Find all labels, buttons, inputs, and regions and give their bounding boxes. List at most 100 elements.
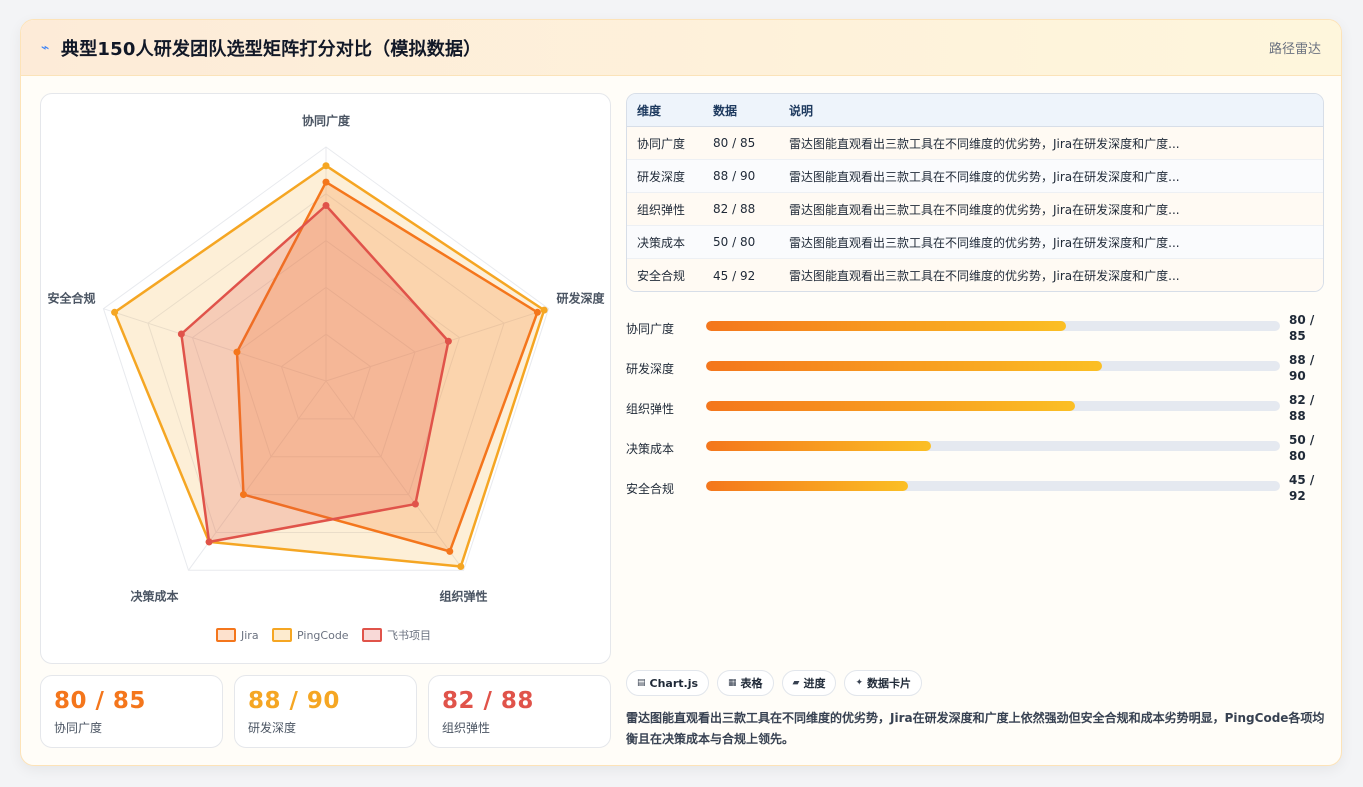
- progress-list: 协同广度 80 / 85 研发深度 88 / 90 组织弹性 82 / 88 决…: [626, 308, 1324, 508]
- progress-track: [706, 481, 1280, 491]
- table-row: 决策成本 50 / 80 雷达图能直观看出三款工具在不同维度的优劣势，Jira在…: [627, 226, 1323, 259]
- table-cell-dim: 决策成本: [637, 235, 686, 250]
- progress-value: 50 / 80: [1289, 433, 1315, 463]
- dashboard-card: ⌁ 典型150人研发团队选型矩阵打分对比（模拟数据） 路径雷达 协同广度 研发深度…: [20, 19, 1342, 766]
- kpi-label: 研发深度: [248, 721, 297, 735]
- radar-point: [111, 308, 119, 316]
- table-cell-data: 45 / 92: [713, 268, 756, 283]
- radar-point: [322, 202, 330, 209]
- radar-point: [446, 547, 454, 555]
- kpi-card-1: 88 / 90 研发深度: [234, 675, 417, 748]
- table-cell-desc: 雷达图能直观看出三款工具在不同维度的优劣势，Jira在研发深度和广度...: [789, 136, 1180, 151]
- progress-track: [706, 321, 1280, 331]
- legend-label: 飞书项目: [387, 629, 431, 642]
- radar-point: [457, 563, 465, 571]
- progress-track: [706, 441, 1280, 451]
- chip-progress[interactable]: ▰ 进度: [781, 670, 837, 696]
- progress-fill: [706, 321, 1066, 331]
- radar-axis-label: 组织弹性: [440, 588, 488, 603]
- table-cell-desc: 雷达图能直观看出三款工具在不同维度的优劣势，Jira在研发深度和广度...: [789, 235, 1180, 250]
- kpi-card-0: 80 / 85 协同广度: [40, 675, 223, 748]
- kpi-value: 88 / 90: [248, 688, 340, 714]
- table-cell-desc: 雷达图能直观看出三款工具在不同维度的优劣势，Jira在研发深度和广度...: [789, 202, 1180, 217]
- table-cell-data: 50 / 80: [713, 235, 756, 249]
- chart-icon: ▤: [637, 678, 646, 688]
- radar-point: [177, 330, 185, 338]
- table-cell-data: 82 / 88: [713, 202, 756, 216]
- radar-axis-label: 研发深度: [557, 291, 606, 306]
- radar-point: [239, 491, 247, 499]
- progress-fill: [706, 401, 1075, 411]
- chip-table[interactable]: ▦ 表格: [717, 670, 774, 696]
- table-row: 组织弹性 82 / 88 雷达图能直观看出三款工具在不同维度的优劣势，Jira在…: [627, 193, 1323, 226]
- table-row: 研发深度 88 / 90 雷达图能直观看出三款工具在不同维度的优劣势，Jira在…: [627, 160, 1323, 193]
- header-tag: 路径雷达: [1268, 42, 1321, 57]
- table-header-data: 数据: [713, 103, 738, 118]
- progress-fill: [706, 481, 909, 491]
- legend-swatch: [216, 628, 236, 642]
- bolt-icon: ⌁: [41, 39, 50, 56]
- table-cell-dim: 组织弹性: [637, 202, 686, 217]
- progress-value: 80 / 85: [1289, 313, 1315, 343]
- radar-point: [322, 162, 330, 170]
- radar-point: [533, 308, 541, 316]
- table-cell-dim: 研发深度: [637, 169, 686, 184]
- progress-label: 研发深度: [626, 362, 675, 376]
- progress-fill: [706, 441, 931, 451]
- kpi-card-2: 82 / 88 组织弹性: [428, 675, 611, 748]
- table-icon: ▦: [728, 678, 737, 688]
- radar-point: [540, 306, 548, 314]
- radar-axis-label: 安全合规: [47, 291, 95, 306]
- progress-row: 组织弹性 82 / 88: [626, 388, 1324, 428]
- table-header-row: 维度 数据 说明: [627, 94, 1323, 127]
- kpi-value: 80 / 85: [54, 688, 146, 714]
- progress-label: 协同广度: [626, 322, 675, 336]
- progress-value: 82 / 88: [1289, 393, 1315, 423]
- table-cell-dim: 安全合规: [637, 269, 686, 283]
- card-icon: ✦: [855, 678, 864, 688]
- table-header-desc: 说明: [789, 103, 814, 118]
- kpi-label: 协同广度: [54, 721, 103, 735]
- progress-row: 协同广度 80 / 85: [626, 308, 1324, 348]
- radar-point: [444, 337, 452, 345]
- table-cell-desc: 雷达图能直观看出三款工具在不同维度的优劣势，Jira在研发深度和广度...: [789, 169, 1180, 184]
- page-title: 典型150人研发团队选型矩阵打分对比（模拟数据）: [61, 38, 482, 60]
- kpi-value: 82 / 88: [442, 688, 534, 714]
- chip-data-card[interactable]: ✦ 数据卡片: [844, 670, 923, 696]
- table-row: 安全合规 45 / 92 雷达图能直观看出三款工具在不同维度的优劣势，Jira在…: [627, 259, 1323, 291]
- progress-fill: [706, 361, 1103, 371]
- header: ⌁ 典型150人研发团队选型矩阵打分对比（模拟数据） 路径雷达: [21, 20, 1341, 76]
- summary-text: 雷达图能直观看出三款工具在不同维度的优劣势，Jira在研发深度和广度上依然强劲但…: [626, 711, 1325, 746]
- table-cell-data: 80 / 85: [713, 136, 756, 150]
- radar-point: [322, 178, 330, 186]
- table-cell-desc: 雷达图能直观看出三款工具在不同维度的优劣势，Jira在研发深度和广度...: [789, 269, 1180, 283]
- table-row: 协同广度 80 / 85 雷达图能直观看出三款工具在不同维度的优劣势，Jira在…: [627, 127, 1323, 160]
- chip-label: 表格: [740, 677, 763, 690]
- progress-row: 安全合规 45 / 92: [626, 468, 1324, 508]
- data-table: 维度 数据 说明 协同广度 80 / 85 雷达图能直观看出三款工具在不同维度的…: [626, 93, 1324, 292]
- radar-axis-label: 决策成本: [130, 588, 178, 603]
- legend-label: Jira: [240, 629, 259, 642]
- progress-row: 决策成本 50 / 80: [626, 428, 1324, 468]
- table-cell-dim: 协同广度: [637, 136, 686, 151]
- progress-track: [706, 361, 1280, 371]
- radar-chart-panel: 协同广度 研发深度 组织弹性 决策成本 安全合规 Jira PingCode 飞书项目: [40, 93, 611, 664]
- progress-row: 研发深度 88 / 90: [626, 348, 1324, 388]
- chip-label: 数据卡片: [867, 677, 912, 690]
- table-header-dim: 维度: [637, 103, 662, 118]
- progress-label: 安全合规: [626, 482, 675, 496]
- chip-label: 进度: [803, 677, 826, 690]
- progress-icon: ▰: [792, 678, 800, 688]
- progress-value: 88 / 90: [1289, 353, 1315, 383]
- radar-point: [233, 348, 241, 356]
- radar-axis-label: 协同广度: [302, 113, 351, 128]
- chip-chartjs[interactable]: ▤ Chart.js: [626, 670, 710, 696]
- progress-value: 45 / 92: [1289, 473, 1315, 503]
- radar-point: [205, 538, 213, 546]
- tech-chips: ▤ Chart.js ▦ 表格 ▰ 进度 ✦ 数据卡片: [626, 670, 923, 696]
- chip-label: Chart.js: [649, 676, 699, 690]
- table-cell-data: 88 / 90: [713, 169, 756, 183]
- radar-point: [411, 500, 419, 508]
- progress-label: 决策成本: [626, 442, 675, 456]
- kpi-label: 组织弹性: [442, 721, 491, 735]
